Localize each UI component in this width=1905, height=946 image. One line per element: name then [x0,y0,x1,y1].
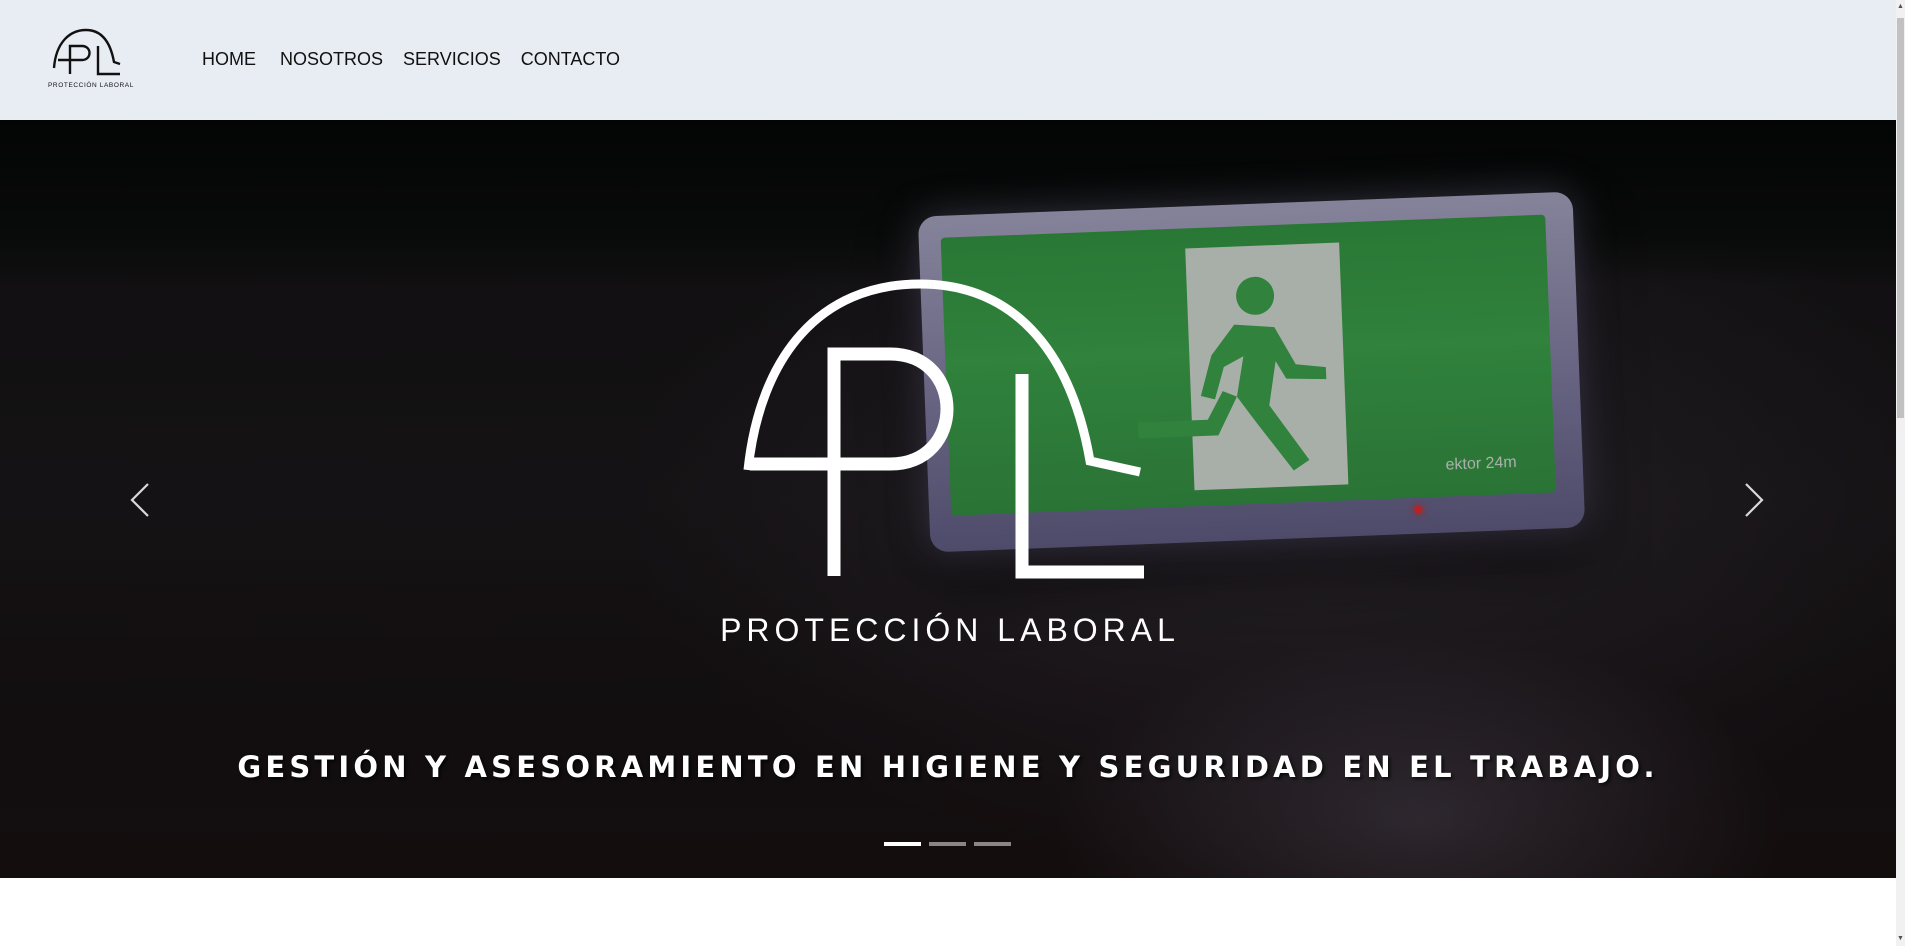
nav-item-servicios[interactable]: SERVICIOS [403,48,501,70]
carousel-indicator-2[interactable] [929,842,966,846]
main-nav: HOME NOSOTROS SERVICIOS CONTACTO [202,48,644,70]
brand-caption: PROTECCIÓN LABORAL [48,82,134,89]
page-scrollbar[interactable]: ▲ ▼ [1896,0,1905,946]
scroll-thumb[interactable] [1897,18,1904,418]
carousel-indicators [884,842,1011,846]
carousel-next-button[interactable] [1734,470,1774,530]
nav-item-nosotros[interactable]: NOSOTROS [280,48,383,70]
scroll-down-arrow-icon[interactable]: ▼ [1896,932,1905,946]
scroll-up-arrow-icon[interactable]: ▲ [1896,0,1905,14]
hero-pl-logo [743,279,1144,579]
pl-logo-icon [52,28,121,76]
content-area [0,878,1896,946]
carousel-indicator-3[interactable] [974,842,1011,846]
chevron-right-icon [1745,483,1764,517]
hero-carousel: ektor 24m PROTECCIÓN LABORAL GESTIÓN Y A… [0,120,1896,878]
nav-item-contacto[interactable]: CONTACTO [521,48,620,70]
hero-tagline: GESTIÓN Y ASESORAMIENTO EN HIGIENE Y SEG… [237,750,1659,784]
nav-item-home[interactable]: HOME [202,48,256,70]
page: PROTECCIÓN LABORAL HOME NOSOTROS SERVICI… [0,0,1905,946]
brand-logo[interactable]: PROTECCIÓN LABORAL [48,24,134,94]
chevron-left-icon [130,483,149,517]
hero-logo-caption: PROTECCIÓN LABORAL [720,612,1180,648]
carousel-indicator-1[interactable] [884,842,921,846]
site-header: PROTECCIÓN LABORAL HOME NOSOTROS SERVICI… [0,0,1896,120]
carousel-prev-button[interactable] [120,470,160,530]
